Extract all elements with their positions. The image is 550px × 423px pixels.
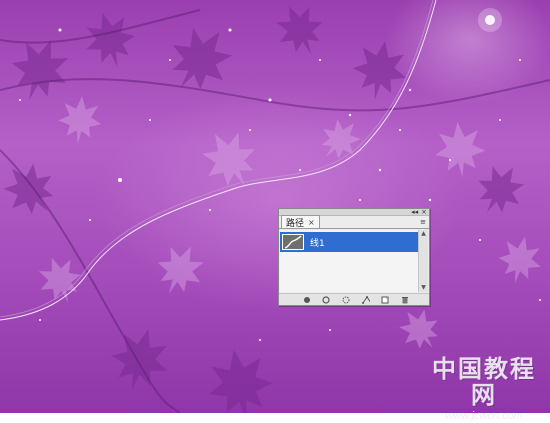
fill-path-icon[interactable] — [303, 296, 311, 304]
delete-path-icon[interactable] — [401, 296, 409, 304]
scroll-down-icon[interactable]: ▼ — [419, 284, 428, 292]
path-thumbnail-icon — [282, 234, 304, 250]
tab-divider — [279, 228, 429, 229]
close-panel-button[interactable]: × — [421, 209, 427, 216]
paths-panel[interactable]: ◂◂ × 路径 × ≡ 线1 ▲ ▼ — [278, 208, 430, 306]
tab-paths[interactable]: 路径 × — [281, 215, 320, 229]
stroke-path-icon[interactable] — [322, 295, 331, 304]
make-work-path-icon[interactable] — [361, 295, 370, 304]
collapse-panel-button[interactable]: ◂◂ — [411, 209, 418, 216]
panel-footer-toolbar — [279, 293, 429, 305]
work-path-curve[interactable] — [0, 0, 550, 413]
watermark-title: 中国教程网 — [432, 354, 536, 409]
list-item[interactable]: 线1 — [280, 232, 418, 252]
panel-window-controls: ◂◂ × — [411, 209, 427, 216]
scroll-up-icon[interactable]: ▲ — [419, 230, 428, 238]
load-selection-icon[interactable] — [342, 296, 350, 304]
document-canvas[interactable] — [0, 0, 550, 413]
watermark-url: www.jcwcn.com — [445, 410, 523, 422]
path-name: 线1 — [310, 238, 325, 249]
list-scrollbar[interactable]: ▲ ▼ — [418, 230, 428, 292]
paths-list: 线1 — [280, 230, 418, 292]
panel-menu-icon[interactable]: ≡ — [419, 218, 427, 226]
tab-close-icon[interactable]: × — [308, 218, 315, 227]
new-path-icon[interactable] — [381, 296, 389, 304]
